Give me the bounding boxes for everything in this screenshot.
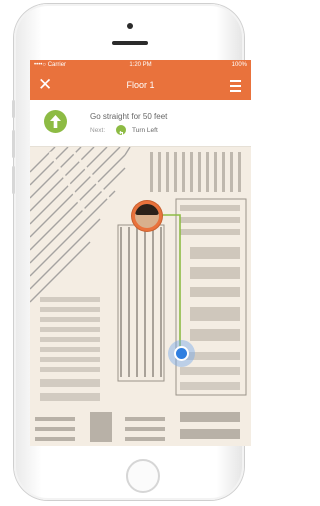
store-floor-map[interactable]: [30, 147, 251, 446]
turn-left-icon: [116, 125, 126, 136]
volume-up-button: [12, 130, 15, 158]
status-time: 1:20 PM: [129, 62, 152, 68]
battery-level: 100%: [231, 62, 247, 68]
volume-down-button: [12, 166, 15, 194]
app-screen: ••••○ Carrier 1:20 PM 100% ✕ Floor 1 Go …: [30, 60, 251, 446]
hamburger-menu-icon[interactable]: [230, 80, 241, 95]
arrow-up-icon: [44, 110, 67, 133]
camera-icon: [127, 23, 133, 29]
direction-banner: Go straight for 50 feet Next: Turn Left: [30, 100, 251, 147]
next-label: Next:: [90, 127, 106, 134]
next-action-text: Turn Left: [132, 127, 158, 134]
home-button[interactable]: [126, 459, 160, 493]
current-location-icon: [176, 348, 187, 359]
avatar[interactable]: [132, 201, 162, 231]
speaker-grille: [112, 41, 148, 45]
status-bar: ••••○ Carrier 1:20 PM 100%: [30, 60, 251, 72]
floor-title: Floor 1: [126, 80, 155, 90]
instruction-text: Go straight for 50 feet: [90, 112, 168, 121]
nav-bar: ✕ Floor 1: [30, 72, 251, 100]
mute-switch: [12, 100, 15, 118]
